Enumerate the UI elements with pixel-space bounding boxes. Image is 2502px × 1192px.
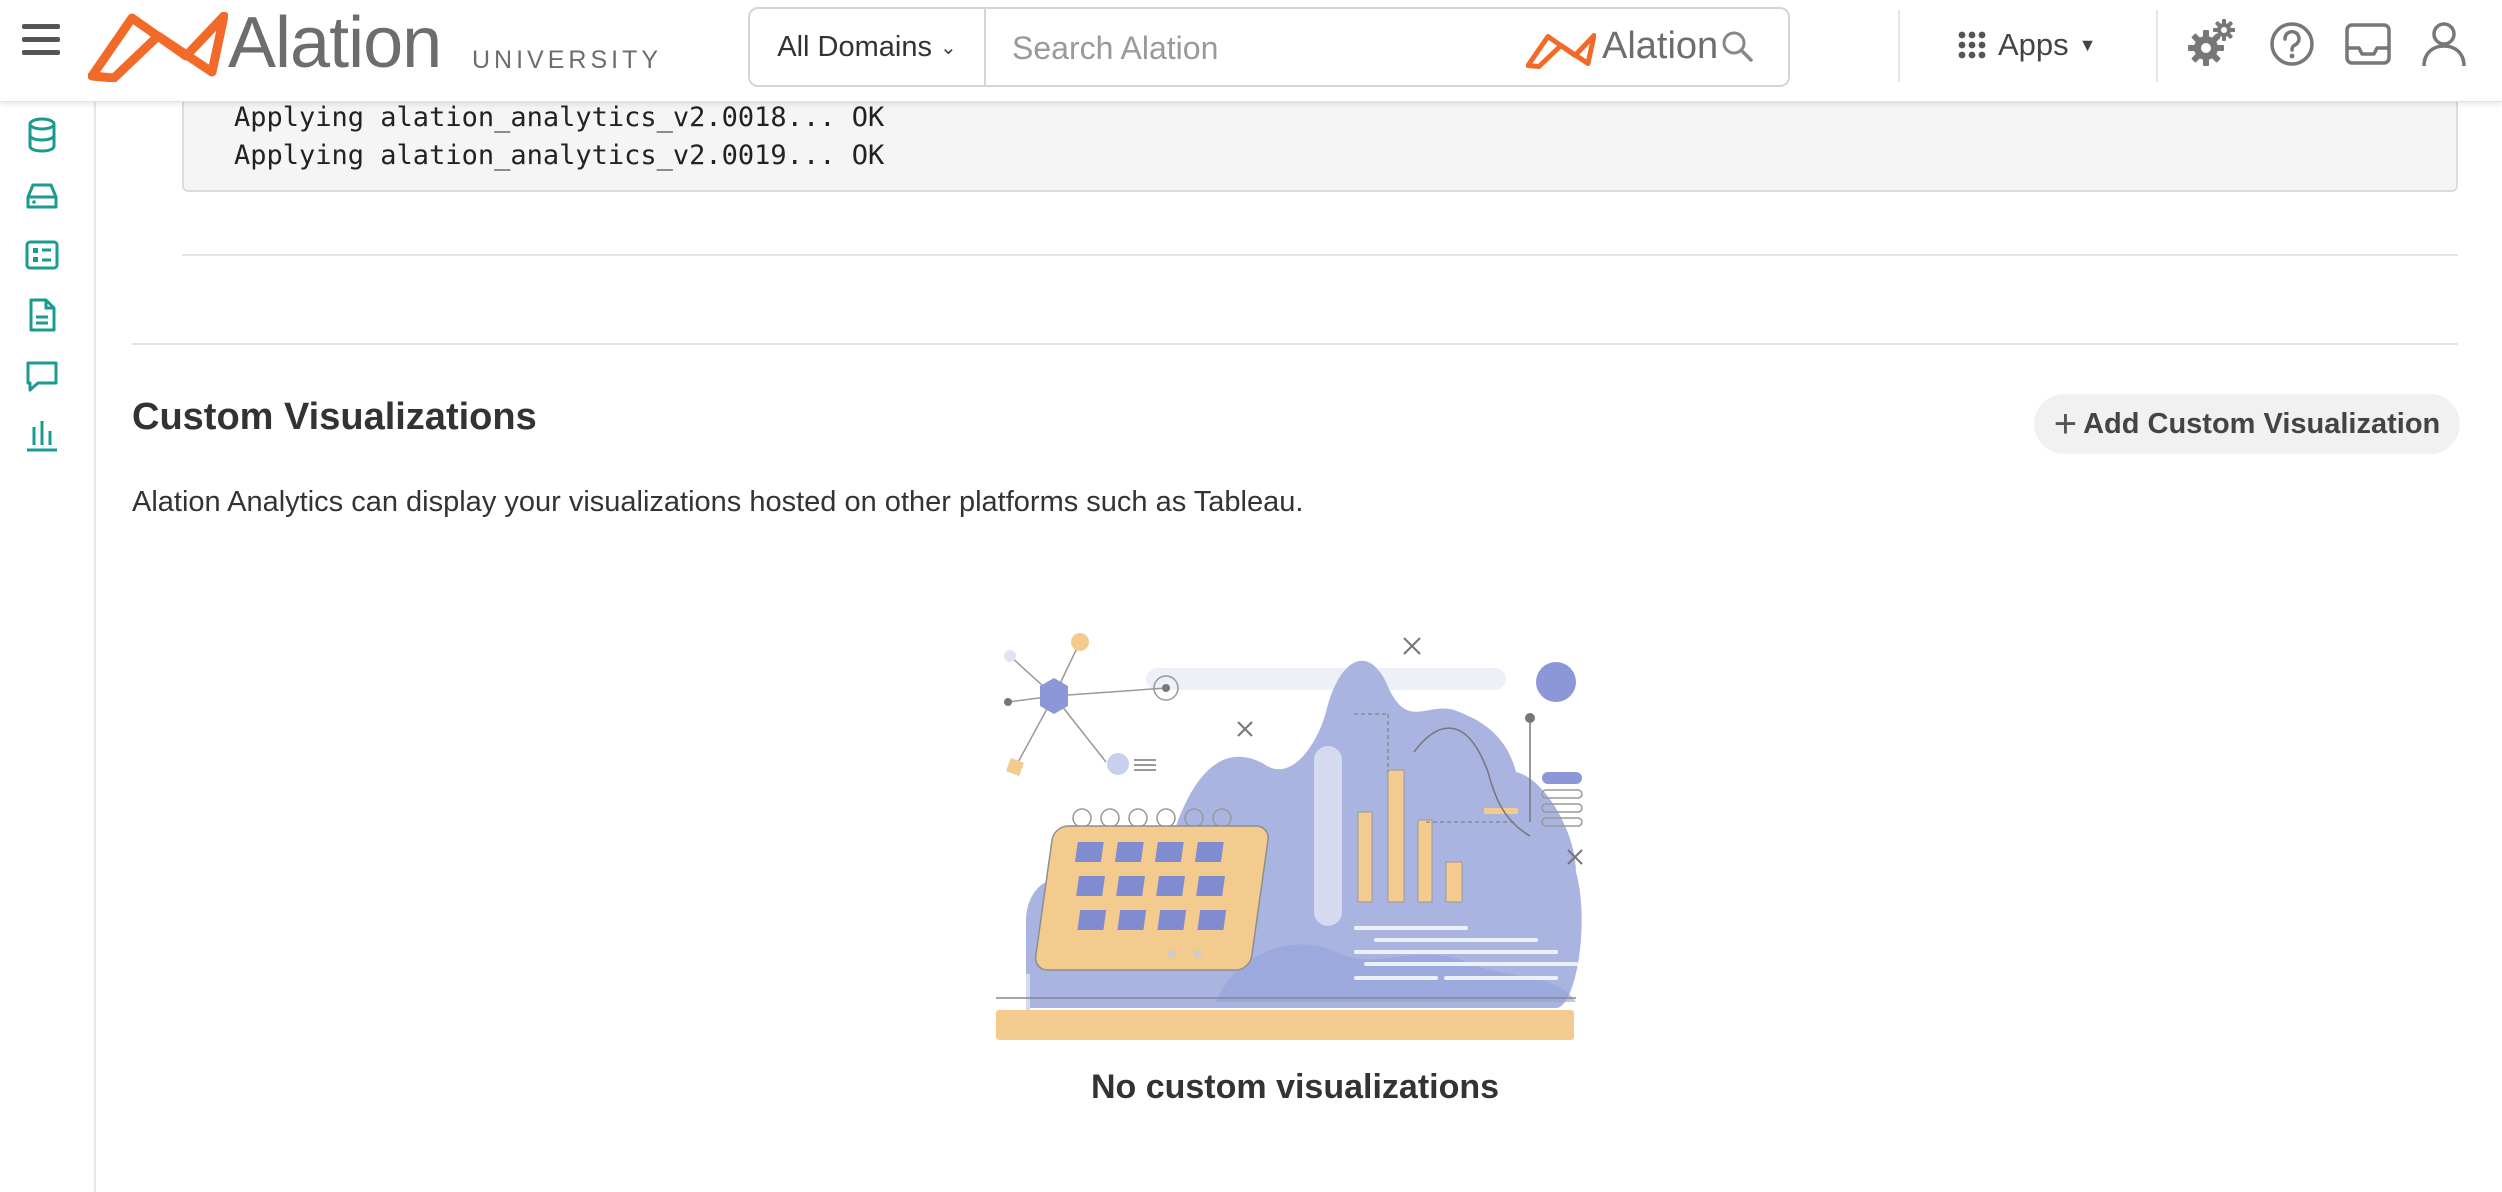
help-icon[interactable] [2266,18,2318,70]
section-divider [132,343,2458,345]
empty-state-message: No custom visualizations [1090,1068,1500,1106]
caret-down-icon: ▼ [2078,34,2097,55]
chevron-down-icon: ⌄ [939,36,957,59]
settings-gears-icon[interactable] [2186,18,2238,70]
domain-selector-label: All Domains [777,30,932,63]
database-icon[interactable] [22,115,62,155]
global-search: All Domains ⌄ Alation [748,7,1790,87]
header-divider [1898,10,1900,82]
log-line: Applying alation_analytics_v2.0018... OK [234,102,885,133]
header-divider [2156,10,2158,82]
apps-menu-label: Apps [1998,27,2069,62]
apps-menu-button[interactable]: Apps ▼ [1958,22,2097,68]
search-input[interactable] [1010,23,1434,73]
document-icon[interactable] [22,295,62,335]
custom-visualizations-description: Alation Analytics can display your visua… [132,486,1304,518]
catalog-list-icon[interactable] [22,235,62,275]
add-custom-visualization-button[interactable]: + Add Custom Visualization [2034,394,2460,454]
domain-selector[interactable]: All Domains ⌄ [750,9,986,85]
alation-logo-mark-icon [1526,33,1596,69]
left-sidebar [0,101,96,1192]
add-custom-visualization-label: Add Custom Visualization [2083,407,2441,440]
search-icon[interactable] [1718,27,1758,67]
log-line: Applying alation_analytics_v2.0019... OK [234,140,885,171]
alation-logo-mark-icon [88,12,228,82]
logo-wordmark: Alation [228,3,442,83]
logo-subtext: UNIVERSITY [472,46,663,74]
inbox-icon[interactable] [2342,18,2394,70]
conversation-icon[interactable] [22,355,62,395]
empty-state-illustration [996,633,1583,1040]
apps-grid-icon [1958,31,1986,59]
search-brand-wordmark: Alation [1602,25,1719,67]
section-divider [182,254,2458,256]
hamburger-menu-icon[interactable] [22,24,60,58]
top-navigation-bar: Alation UNIVERSITY All Domains ⌄ Alation [0,0,2502,102]
storage-drive-icon[interactable] [22,175,62,215]
plus-icon: + [2053,402,2078,446]
analytics-chart-icon[interactable] [22,415,62,455]
user-profile-icon[interactable] [2418,18,2470,70]
custom-visualizations-title: Custom Visualizations [132,396,537,438]
